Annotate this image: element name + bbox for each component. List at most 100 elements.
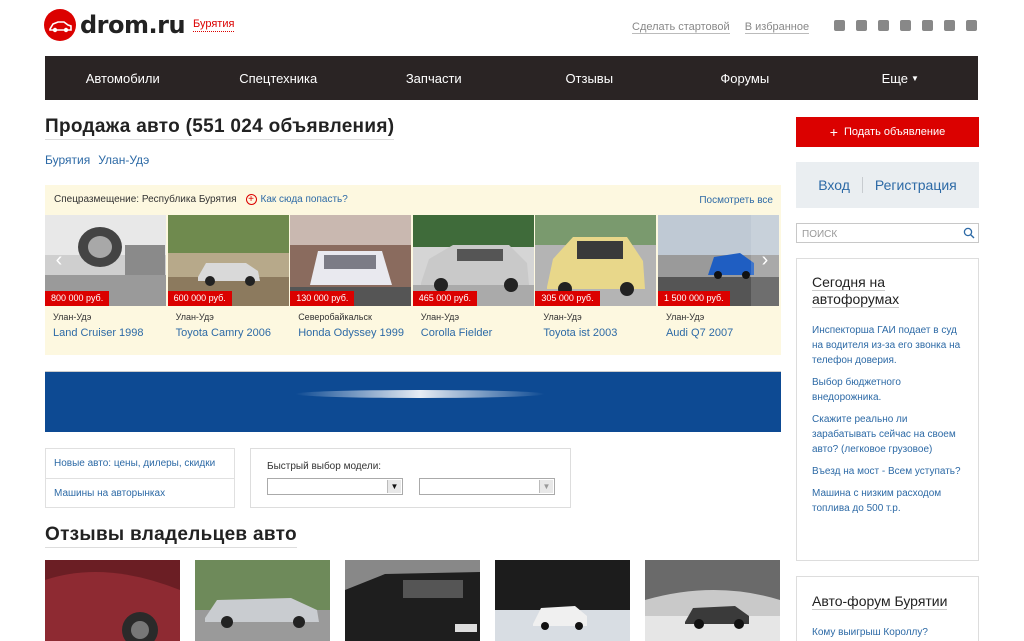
region-link[interactable]: Бурятия (193, 18, 235, 32)
reviews-title: Отзывы владельцев авто (45, 524, 297, 548)
forum-title: Сегодня на автофорумах (812, 274, 962, 308)
dropdown-arrow-icon: ▼ (387, 480, 401, 493)
special-header: Спецразмещение: Республика Бурятия + Как… (54, 194, 348, 205)
car-card[interactable]: 130 000 руб. Северобайкальск Honda Odyss… (290, 215, 412, 353)
how-to-get-here-link[interactable]: Как сюда попасть? (261, 194, 348, 205)
forum-topic-link[interactable]: Скажите реально ли зарабатывать сейчас н… (812, 412, 970, 457)
review-photo[interactable] (495, 560, 630, 641)
price-badge: 465 000 руб. (412, 291, 477, 306)
car-model-link[interactable]: Toyota Camry 2006 (176, 327, 271, 339)
make-start-link[interactable]: Сделать стартовой (632, 21, 730, 34)
register-link[interactable]: Регистрация (875, 177, 957, 193)
car-city: Улан-Удэ (53, 312, 92, 322)
forum-topic-link[interactable]: Машина с низким расходом топлива до 500 … (812, 486, 970, 516)
logo[interactable]: drom.ru (44, 9, 186, 41)
nav-item-more[interactable]: Еще ▼ (823, 56, 979, 100)
price-badge: 130 000 руб. (290, 291, 355, 306)
car-model-link[interactable]: Honda Odyssey 1999 (298, 327, 404, 339)
search-icon[interactable] (963, 226, 975, 244)
search-input[interactable] (797, 225, 957, 244)
car-model-link[interactable]: Corolla Fielder (421, 327, 493, 339)
twitter-icon[interactable] (922, 20, 933, 31)
car-model-link[interactable]: Audi Q7 2007 (666, 327, 733, 339)
nav-label: Еще (881, 70, 909, 86)
carousel-prev-button[interactable]: ‹ (45, 215, 73, 306)
car-carousel: 800 000 руб. Улан-Удэ Land Cruiser 1998 … (45, 215, 781, 353)
facebook-icon[interactable] (878, 20, 889, 31)
login-link[interactable]: Вход (818, 177, 850, 193)
page-title: Продажа авто (551 024 объявления) (45, 116, 395, 140)
top-links: Сделать стартовой В избранное (632, 21, 821, 34)
car-city: Улан-Удэ (420, 312, 460, 322)
nav-item-parts[interactable]: Запчасти (356, 56, 512, 100)
nav-item-forums[interactable]: Форумы (667, 56, 823, 100)
search-box (796, 223, 979, 244)
regional-forum-box: Авто-форум Бурятии Кому выигрыш Короллу? (796, 576, 979, 641)
markets-link[interactable]: Машины на авторынках (46, 478, 234, 507)
model-select[interactable]: ▼ (419, 478, 555, 495)
review-photo[interactable] (345, 560, 480, 641)
chevron-left-icon: ‹ (55, 249, 63, 271)
forum-box: Сегодня на автофорумах Инспекторша ГАИ п… (796, 258, 979, 561)
car-city: Северобайкальск (298, 312, 372, 322)
car-model-link[interactable]: Toyota ist 2003 (543, 327, 617, 339)
car-city: Улан-Удэ (175, 312, 214, 322)
nav-label: Форумы (720, 70, 770, 86)
regional-forum-title: Авто-форум Бурятии (812, 593, 948, 610)
divider (861, 177, 863, 193)
post-ad-button[interactable]: + Подать объявление (796, 117, 979, 147)
post-ad-label: Подать объявление (843, 126, 946, 138)
breadcrumb: Бурятия Улан-Удэ (45, 153, 149, 167)
nav-item-cars[interactable]: Автомобили (45, 56, 201, 100)
carousel-next-button[interactable]: › (751, 215, 779, 306)
dropdown-arrow-icon: ▼ (539, 480, 553, 493)
forum-topic-link[interactable]: Инспекторша ГАИ подает в суд на водителя… (812, 323, 970, 368)
social-links (834, 20, 977, 31)
car-card[interactable]: 465 000 руб. Улан-Удэ Corolla Fielder (412, 215, 535, 353)
quick-model-select: Быстрый выбор модели: ▼ ▼ (250, 448, 571, 508)
youtube-icon[interactable] (966, 20, 977, 31)
new-cars-link[interactable]: Новые авто: цены, дилеры, скидки (46, 449, 234, 478)
breadcrumb-region[interactable]: Бурятия (45, 153, 90, 167)
car-model-link[interactable]: Land Cruiser 1998 (53, 327, 144, 339)
favorites-link[interactable]: В избранное (744, 21, 810, 34)
see-all-link[interactable]: Посмотреть все (699, 195, 773, 206)
car-city: Улан-Удэ (543, 312, 582, 322)
auth-box: Вход Регистрация (796, 162, 979, 208)
google-plus-icon[interactable] (900, 20, 911, 31)
make-select[interactable]: ▼ (267, 478, 403, 495)
price-badge: 1 500 000 руб. (657, 291, 730, 306)
review-photo[interactable] (45, 560, 180, 641)
breadcrumb-city[interactable]: Улан-Удэ (98, 153, 149, 167)
forum-topic-link[interactable]: Кому выигрыш Короллу? (812, 627, 928, 638)
forum-topic-link[interactable]: Въезд на мост - Всем уступать? (812, 464, 970, 479)
plus-icon: + (829, 124, 838, 140)
forum-topic-link[interactable]: Выбор бюджетного внедорожника. (812, 375, 970, 405)
car-city: Улан-Удэ (665, 312, 705, 322)
plus-circle-icon: + (245, 194, 257, 205)
nav-label: Спецтехника (239, 70, 318, 86)
quick-links-box: Новые авто: цены, дилеры, скидки Машины … (45, 448, 235, 508)
forum-title-text: Сегодня на автофорумах (812, 274, 900, 308)
odnoklassniki-icon[interactable] (856, 20, 867, 31)
nav-label: Запчасти (405, 70, 462, 86)
price-badge: 305 000 руб. (535, 291, 600, 306)
car-card[interactable]: 305 000 руб. Улан-Удэ Toyota ist 2003 (535, 215, 657, 353)
vk-icon[interactable] (834, 20, 845, 31)
banner-glow (295, 390, 545, 398)
nav-item-special-vehicles[interactable]: Спецтехника (201, 56, 357, 100)
review-photo[interactable] (645, 560, 780, 641)
car-card[interactable]: 600 000 руб. Улан-Удэ Toyota Camry 2006 (167, 215, 290, 353)
logo-text: drom.ru (80, 11, 186, 39)
ad-banner[interactable] (45, 371, 781, 432)
main-nav: Автомобили Спецтехника Запчасти Отзывы Ф… (45, 56, 978, 100)
nav-item-reviews[interactable]: Отзывы (512, 56, 668, 100)
special-label: Спецразмещение: Республика Бурятия (54, 194, 237, 205)
reviews-gallery (45, 560, 781, 641)
quick-select-label: Быстрый выбор модели: (267, 461, 382, 472)
price-badge: 600 000 руб. (167, 291, 232, 306)
instagram-icon[interactable] (944, 20, 955, 31)
chevron-right-icon: › (761, 249, 769, 271)
chevron-down-icon: ▼ (911, 73, 919, 83)
review-photo[interactable] (195, 560, 330, 641)
